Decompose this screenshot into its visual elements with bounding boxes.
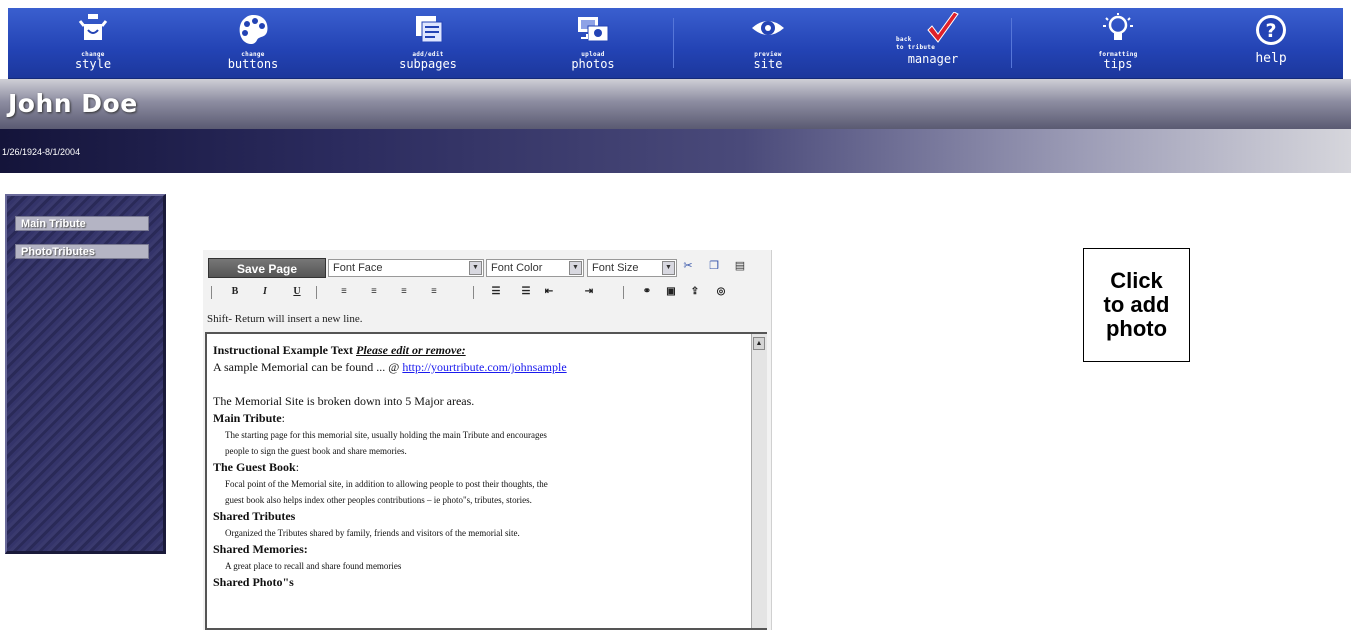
manager-top2: to tribute [896, 44, 936, 51]
guest-book-heading: The Guest Book [213, 460, 296, 474]
link-icon[interactable]: ⚭ [639, 285, 655, 299]
upload-icon[interactable]: ⇪ [687, 285, 703, 299]
main-tribute-heading: Main Tribute [213, 411, 282, 425]
style-icon [78, 14, 108, 40]
formatting-tips-label: tips [1103, 57, 1133, 71]
sidebar-item-main-tribute[interactable]: Main Tribute [15, 216, 149, 231]
scroll-up-arrow-icon[interactable]: ▲ [753, 337, 765, 350]
toolbar-divider [623, 286, 624, 299]
align-justify-icon[interactable]: ≡ [426, 285, 442, 299]
guest-book-desc-2: guest book also helps index other people… [225, 495, 532, 505]
toolbar-divider [211, 286, 212, 299]
change-style-button[interactable]: change style [53, 8, 133, 78]
copy-icon[interactable]: ❐ [707, 259, 721, 273]
photo-box-line2: to add [1103, 292, 1170, 317]
font-face-select[interactable]: Font Face ▼ [328, 259, 484, 277]
paste-icon[interactable]: ▤ [733, 259, 747, 273]
upload-photos-label: photos [571, 57, 615, 71]
toolbar-divider [473, 286, 474, 299]
align-center-icon[interactable]: ≡ [366, 285, 382, 299]
change-style-label: style [74, 57, 112, 71]
upload-photos-button[interactable]: upload photos [548, 8, 638, 78]
photo-box-line1: Click [1110, 268, 1163, 293]
overview-text: The Memorial Site is broken down into 5 … [213, 394, 475, 408]
font-size-value: Font Size [592, 262, 639, 274]
add-photo-box[interactable]: Click to add photo [1083, 248, 1190, 362]
sidebar: Main Tribute PhotoTributes [5, 194, 166, 554]
formatting-tips-button[interactable]: formatting tips [1073, 8, 1163, 78]
intro-heading: Instructional Example Text [213, 343, 354, 357]
chevron-down-icon: ▼ [569, 261, 582, 275]
align-left-icon[interactable]: ≡ [336, 285, 352, 299]
editor-content: Instructional Example Text Please edit o… [213, 342, 743, 591]
date-banner: 1/26/1924-8/1/2004 [0, 129, 1351, 173]
life-dates: 1/26/1924-8/1/2004 [2, 147, 81, 157]
image-icon[interactable]: ▣ [663, 285, 679, 299]
save-page-button[interactable]: Save Page [208, 258, 326, 278]
italic-icon[interactable]: I [257, 285, 273, 299]
toolbar-divider [673, 18, 674, 68]
help-button[interactable]: ? help [1236, 8, 1306, 78]
font-color-value: Font Color [491, 262, 543, 274]
main-tribute-desc-1: The starting page for this memorial site… [225, 430, 547, 440]
underline-icon[interactable]: U [289, 285, 305, 299]
cut-icon[interactable]: ✂ [681, 259, 695, 273]
photo-box-line3: photo [1105, 316, 1168, 341]
bullet-list-icon[interactable]: ☰ [518, 285, 534, 299]
chevron-down-icon: ▼ [662, 261, 675, 275]
name-banner: John Doe [0, 79, 1351, 129]
main-tribute-desc-2: people to sign the guest book and share … [225, 446, 407, 456]
manager-label: manager [907, 52, 959, 66]
subpages-label: subpages [399, 57, 457, 71]
shared-tributes-desc: Organized the Tributes shared by family,… [225, 528, 520, 538]
bold-icon[interactable]: B [227, 285, 243, 299]
palette-icon [239, 15, 268, 45]
top-toolbar: change style change buttons add/edit sub… [8, 8, 1343, 80]
font-size-select[interactable]: Font Size ▼ [587, 259, 677, 277]
photos-icon [578, 17, 609, 42]
chevron-down-icon: ▼ [469, 261, 482, 275]
preview-site-label: site [753, 57, 783, 71]
outdent-icon[interactable]: ⇤ [541, 285, 557, 299]
indent-icon[interactable]: ⇥ [581, 285, 597, 299]
align-right-icon[interactable]: ≡ [396, 285, 412, 299]
toolbar-divider [1011, 18, 1012, 68]
numbered-list-icon[interactable]: ☰ [488, 285, 504, 299]
scrollbar[interactable]: ▲ [751, 334, 767, 628]
editor-hint: Shift- Return will insert a new line. [207, 313, 363, 325]
preview-site-button[interactable]: preview site [728, 8, 808, 78]
page-title: John Doe [8, 89, 138, 118]
sample-text: A sample Memorial can be found ... @ [213, 360, 400, 374]
help-icon: ? [1256, 15, 1286, 45]
font-face-value: Font Face [333, 262, 383, 274]
change-buttons-label: buttons [227, 57, 279, 71]
shared-memories-heading: Shared Memories: [213, 542, 308, 556]
add-edit-subpages-button[interactable]: add/edit subpages [383, 8, 473, 78]
sample-link[interactable]: http://yourtribute.com/johnsample [402, 360, 566, 374]
guest-book-colon: : [295, 460, 300, 474]
shared-memories-desc: A great place to recall and share found … [225, 561, 402, 571]
back-to-tribute-manager-button[interactable]: back to tribute manager [888, 8, 978, 78]
eye-icon [752, 21, 784, 35]
guest-book-desc-1: Focal point of the Memorial site, in add… [225, 479, 548, 489]
toolbar-divider [316, 286, 317, 299]
main-tribute-colon: : [281, 411, 285, 425]
manager-top1: back [896, 36, 912, 43]
lightbulb-icon [1103, 13, 1133, 40]
sidebar-item-photo-tributes[interactable]: PhotoTributes [15, 244, 149, 259]
font-color-select[interactable]: Font Color ▼ [486, 259, 584, 277]
svg-text:?: ? [1265, 20, 1276, 42]
pages-icon [416, 16, 443, 43]
rich-text-editor: Save Page Font Face ▼ Font Color ▼ Font … [203, 250, 772, 630]
content-textarea[interactable]: Instructional Example Text Please edit o… [205, 332, 767, 630]
intro-edit-note: Please edit or remove: [356, 343, 466, 357]
shared-photos-heading: Shared Photo"s [213, 575, 294, 589]
shared-tributes-heading: Shared Tributes [213, 509, 296, 523]
special-char-icon[interactable]: ◎ [713, 285, 729, 299]
change-buttons-button[interactable]: change buttons [213, 8, 293, 78]
help-label: help [1255, 51, 1287, 66]
